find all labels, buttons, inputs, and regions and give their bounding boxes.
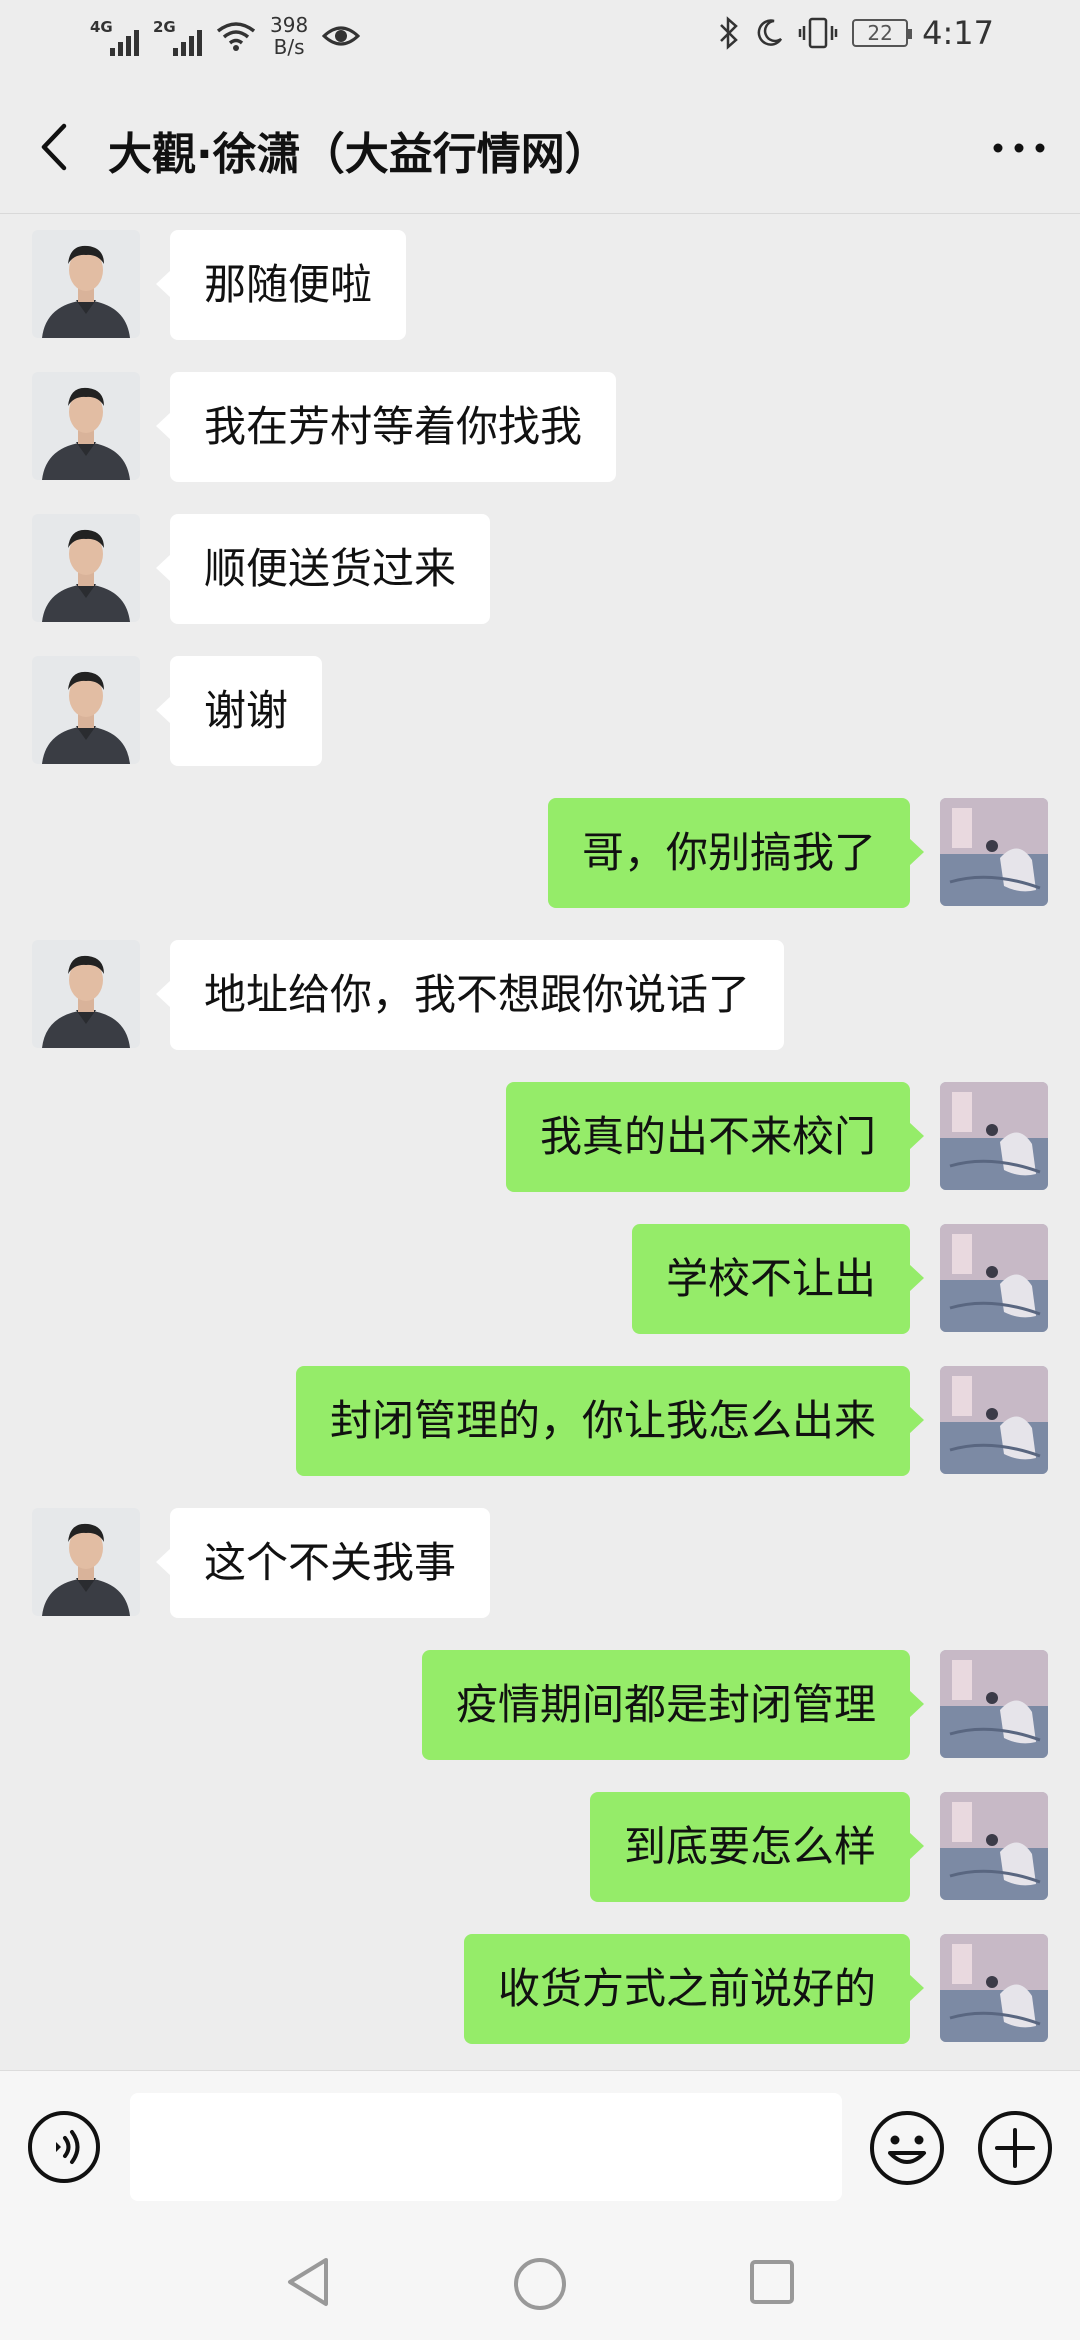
message-row: 这个不关我事 [0, 1508, 1080, 1618]
emoji-icon [870, 2111, 944, 2185]
contact-avatar[interactable] [32, 1508, 140, 1616]
contact-avatar[interactable] [32, 514, 140, 622]
message-row: 封闭管理的，你让我怎么出来 [0, 1366, 1080, 1476]
message-row: 谢谢 [0, 656, 1080, 766]
self-avatar[interactable] [940, 1224, 1048, 1332]
bluetooth-icon [720, 16, 738, 50]
status-right: 22 4:17 [718, 14, 994, 52]
vibrate-icon [798, 17, 838, 49]
message-bubble[interactable]: 地址给你，我不想跟你说话了 [155, 940, 785, 1050]
message-row: 顺便送货过来 [0, 514, 1080, 624]
more-functions-button[interactable] [976, 2109, 1054, 2187]
status-bar: 4G 2G 398 B/s 22 4:17 [0, 0, 1080, 84]
message-row: 地址给你，我不想跟你说话了 [0, 940, 1080, 1050]
chat-messages: 那随便啦 我在芳村等着你找我 顺便送货过来 谢谢 哥，你别搞我了 地址给你，我不… [0, 214, 1080, 2070]
message-bubble[interactable]: 哥，你别搞我了 [547, 798, 925, 908]
message-bubble[interactable]: 封闭管理的，你让我怎么出来 [295, 1366, 925, 1476]
nav-back-button[interactable] [280, 2252, 340, 2312]
message-bubble[interactable]: 我在芳村等着你找我 [155, 372, 617, 482]
self-avatar[interactable] [940, 1934, 1048, 2042]
nav-home-button[interactable] [508, 2252, 572, 2316]
network-type-2: 2G [153, 18, 176, 36]
message-row: 我在芳村等着你找我 [0, 372, 1080, 482]
status-left: 4G 2G 398 B/s [90, 14, 361, 58]
self-avatar[interactable] [940, 798, 1048, 906]
message-row: 那随便啦 [0, 230, 1080, 340]
nav-recent-button[interactable] [744, 2254, 800, 2310]
system-nav-bar [0, 2222, 1080, 2340]
input-bar [0, 2070, 1080, 2222]
message-row: 到底要怎么样 [0, 1792, 1080, 1902]
voice-button[interactable] [26, 2109, 102, 2185]
message-row: 疫情期间都是封闭管理 [0, 1650, 1080, 1760]
message-input[interactable] [130, 2093, 842, 2201]
self-avatar[interactable] [940, 1082, 1048, 1190]
contact-avatar[interactable] [32, 940, 140, 1048]
voice-icon [28, 2111, 100, 2183]
more-button[interactable] [984, 118, 1054, 178]
status-time: 4:17 [922, 14, 994, 52]
message-bubble[interactable]: 谢谢 [155, 656, 323, 766]
square-recent-icon [750, 2260, 794, 2304]
message-bubble[interactable]: 到底要怎么样 [589, 1792, 925, 1902]
more-dots-icon [993, 143, 1045, 153]
network-speed-value: 398 [270, 13, 309, 37]
chat-title: 大觀·徐潇（大益行情网） [108, 129, 609, 180]
wifi-icon [216, 22, 256, 51]
message-bubble[interactable]: 我真的出不来校门 [505, 1082, 925, 1192]
circle-home-icon [514, 2258, 566, 2310]
eye-icon [322, 26, 361, 46]
message-bubble[interactable]: 疫情期间都是封闭管理 [421, 1650, 925, 1760]
message-bubble[interactable]: 收货方式之前说好的 [463, 1934, 925, 2044]
network-type-1: 4G [90, 18, 113, 36]
message-row: 收货方式之前说好的 [0, 1934, 1080, 2044]
plus-icon [978, 2111, 1052, 2185]
message-bubble[interactable]: 学校不让出 [631, 1224, 925, 1334]
message-row: 我真的出不来校门 [0, 1082, 1080, 1192]
chat-header: 大觀·徐潇（大益行情网） [0, 84, 1080, 214]
contact-avatar[interactable] [32, 656, 140, 764]
moon-icon [757, 19, 783, 46]
self-avatar[interactable] [940, 1366, 1048, 1474]
network-speed: 398 B/s [270, 14, 308, 58]
self-avatar[interactable] [940, 1792, 1048, 1900]
message-bubble[interactable]: 那随便啦 [155, 230, 407, 340]
contact-avatar[interactable] [32, 372, 140, 480]
back-button[interactable] [28, 112, 88, 182]
cell-signal-1-icon: 4G [90, 16, 139, 56]
chevron-left-icon [41, 123, 67, 171]
message-bubble[interactable]: 顺便送货过来 [155, 514, 491, 624]
self-avatar[interactable] [940, 1650, 1048, 1758]
message-row: 学校不让出 [0, 1224, 1080, 1334]
contact-avatar[interactable] [32, 230, 140, 338]
network-speed-unit: B/s [273, 35, 305, 59]
message-row: 哥，你别搞我了 [0, 798, 1080, 908]
emoji-button[interactable] [868, 2109, 946, 2187]
battery-indicator: 22 [852, 19, 913, 47]
cell-signal-2-icon: 2G [153, 16, 202, 56]
message-bubble[interactable]: 这个不关我事 [155, 1508, 491, 1618]
triangle-back-icon [288, 2258, 328, 2306]
